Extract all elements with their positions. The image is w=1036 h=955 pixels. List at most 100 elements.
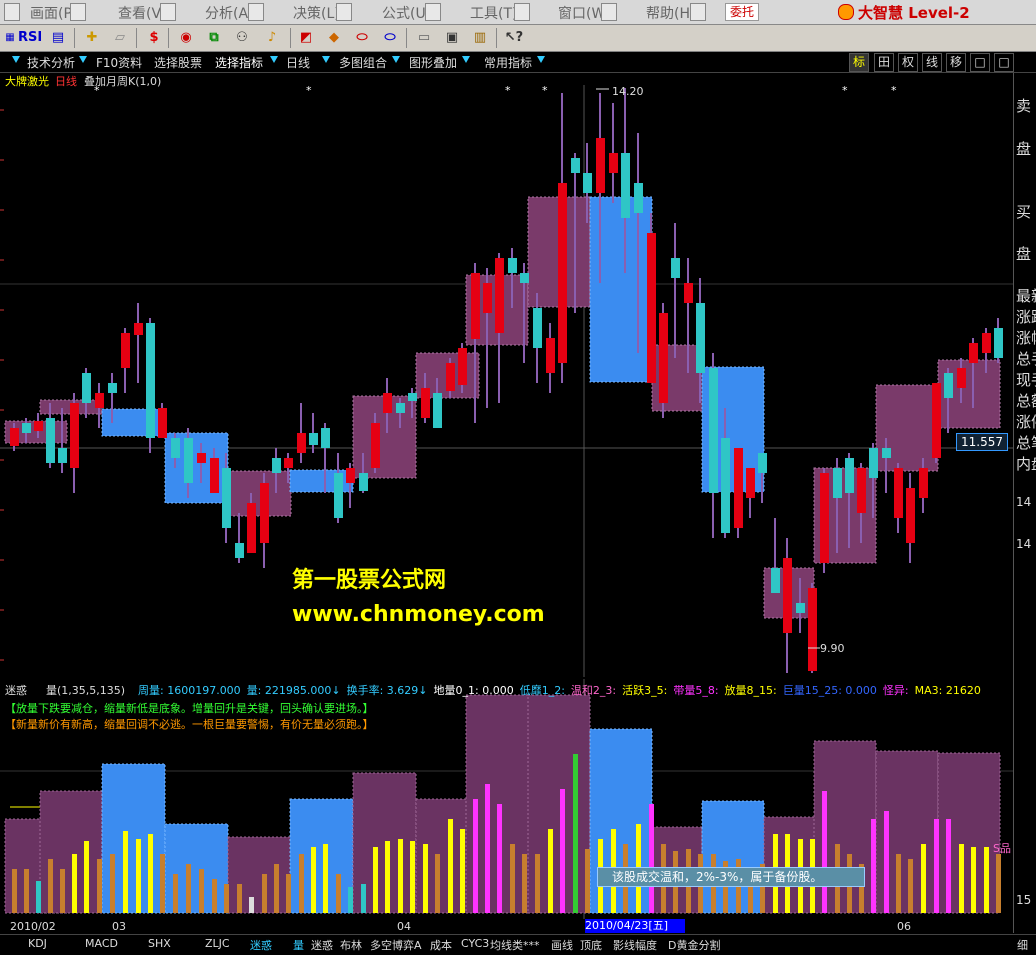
crosshair-icon[interactable]: ✚	[82, 28, 102, 48]
diamond-icon[interactable]: ◆	[324, 28, 344, 48]
help-pointer-icon[interactable]: ↖?	[504, 28, 524, 48]
indicator-tab[interactable]: 迷惑	[311, 937, 333, 953]
notebook-icon[interactable]: ▭	[414, 28, 434, 48]
menu-item-help[interactable]: 帮助(H)	[646, 3, 695, 23]
volume-note-1: 【放量下跌要减仓，缩量新低是底象。增量回升是关键，回头确认要进场。】	[5, 702, 374, 715]
tab-overlay[interactable]: 图形叠加	[409, 54, 457, 71]
indicator-tab[interactable]: D黄金分割	[668, 937, 720, 953]
tab-select-stock[interactable]: 选择股票	[154, 54, 202, 71]
quote-label-sell: 卖	[1016, 97, 1032, 115]
menu-v-icon	[160, 3, 176, 21]
dropdown-arrow-icon[interactable]	[322, 56, 330, 63]
menu-a-icon	[248, 3, 264, 21]
window-icon[interactable]: ▣	[442, 28, 462, 48]
kline-canvas[interactable]: * * * * * *	[0, 73, 1013, 677]
candle-body	[235, 543, 244, 558]
kline-chart[interactable]: * * * * * * 大牌激光 日线 叠加月周K(1,0) 14.20 9.90 第一股…	[0, 73, 1013, 677]
right-tab-line[interactable]: 线	[922, 53, 942, 72]
indicator-tab[interactable]: CYC3	[461, 937, 489, 950]
quote-label-buy: 买	[1016, 203, 1032, 221]
menu-w-icon	[601, 3, 617, 21]
binoculars-icon[interactable]: ⚇	[232, 28, 252, 48]
candle-body	[284, 458, 293, 468]
tab-daily[interactable]: 日线	[286, 54, 310, 71]
indicator-tab[interactable]: ZLJC	[205, 937, 230, 950]
candle-body	[446, 363, 455, 391]
signal-star-mark: *	[842, 84, 848, 97]
volume-bar	[959, 844, 964, 913]
menu-item-analysis[interactable]: 分析(A)	[205, 3, 254, 23]
right-tab-move[interactable]: 移	[946, 53, 966, 72]
menu-item-decision[interactable]: 决策(L)	[293, 3, 340, 23]
volume-bar	[97, 859, 102, 913]
volume-bar	[136, 839, 141, 913]
books-icon[interactable]: ▥	[470, 28, 490, 48]
indicator-name: 大牌激光	[5, 75, 49, 88]
candle-body	[734, 448, 743, 528]
volume-bar	[522, 854, 527, 913]
tab-f10[interactable]: F10资料	[96, 54, 142, 71]
ellipse-icon[interactable]: ⬭	[352, 28, 372, 48]
volume-bar	[822, 791, 827, 913]
volume-bar	[896, 854, 901, 913]
right-tab-restore[interactable]: □	[994, 53, 1014, 72]
volume-stat: 周量: 1600197.000	[138, 684, 241, 697]
ellipse-blue-icon[interactable]: ⬭	[380, 28, 400, 48]
tab-common-indicators[interactable]: 常用指标	[484, 54, 532, 71]
grid-icon[interactable]: ▦	[0, 28, 20, 48]
indicator-tab[interactable]: 迷惑	[250, 937, 272, 953]
menu-item-formula[interactable]: 公式(U)	[382, 3, 431, 23]
candle-body	[520, 273, 529, 283]
right-tab-mark[interactable]: 标	[849, 53, 869, 72]
chart-line-icon[interactable]: ◩	[296, 28, 316, 48]
ruler-icon[interactable]: ▱	[110, 28, 130, 48]
indicator-tab[interactable]: 成本	[430, 937, 452, 953]
bull-bear-icon[interactable]: ◉	[176, 28, 196, 48]
dropdown-arrow-icon[interactable]	[462, 56, 470, 63]
tab-select-indicator[interactable]: 选择指标	[215, 54, 263, 71]
volume-bar	[311, 847, 316, 913]
indicator-tab[interactable]: 顶底	[580, 937, 602, 953]
dropdown-arrow-icon[interactable]	[12, 56, 20, 63]
tab-technical-analysis[interactable]: 技术分析	[27, 54, 75, 71]
tab-multi-chart[interactable]: 多图组合	[339, 54, 387, 71]
rsi-button[interactable]: RSI	[18, 28, 42, 48]
right-tab-rights[interactable]: 权	[898, 53, 918, 72]
indicator-tab[interactable]: KDJ	[28, 937, 47, 950]
indicator-tab[interactable]: 量	[293, 937, 304, 953]
volume-bar	[60, 869, 65, 913]
indicator-tab[interactable]: 画线	[551, 937, 573, 953]
indicator-tab[interactable]: 布林	[340, 937, 362, 953]
dropdown-arrow-icon[interactable]	[270, 56, 278, 63]
indicator-tab[interactable]: 多空博弈A	[370, 937, 422, 953]
indicator-tab[interactable]: SHX	[148, 937, 171, 950]
dollar-button[interactable]: $	[144, 28, 164, 48]
candle-body	[647, 233, 656, 383]
menu-l-icon	[336, 3, 352, 21]
right-tab-window[interactable]: □	[970, 53, 990, 72]
split-icon[interactable]: ⧉	[204, 28, 224, 48]
table-icon[interactable]: ▤	[48, 28, 68, 48]
right-tab-grid[interactable]: 田	[874, 53, 894, 72]
dropdown-arrow-icon[interactable]	[537, 56, 545, 63]
watermark-title: 第一股票公式网	[292, 568, 447, 593]
indicator-tab[interactable]: 均线类***	[490, 937, 540, 953]
volume-bar	[212, 879, 217, 913]
volume-bar	[884, 811, 889, 913]
sg-label: S品	[993, 842, 1011, 855]
candle-body	[421, 388, 430, 418]
indicator-tab[interactable]: 影线幅度	[613, 937, 657, 953]
dropdown-arrow-icon[interactable]	[79, 56, 87, 63]
toolbar-grip-icon	[4, 3, 20, 21]
menu-item-tools[interactable]: 工具(T)	[470, 3, 517, 23]
bell-icon[interactable]: ♪	[262, 28, 282, 48]
indicator-tab[interactable]: MACD	[85, 937, 118, 950]
candle-body	[783, 558, 792, 633]
indicator-tab[interactable]: 细	[1017, 937, 1028, 953]
trade-button[interactable]: 委托	[725, 3, 759, 21]
candle-body	[433, 393, 442, 428]
dropdown-arrow-icon[interactable]	[392, 56, 400, 63]
quote-label-inner-disk: 内盘	[1016, 455, 1036, 473]
volume-bar	[548, 829, 553, 913]
volume-bar	[36, 881, 41, 913]
